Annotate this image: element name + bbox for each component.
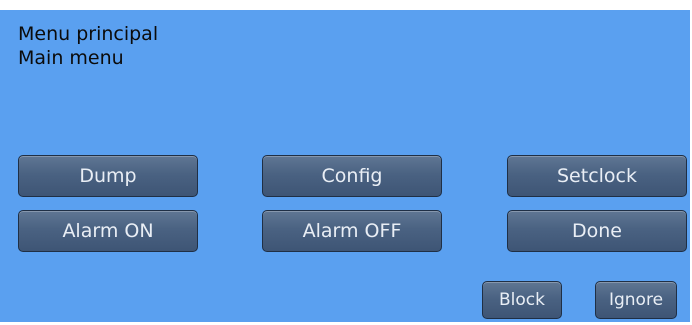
done-button[interactable]: Done bbox=[507, 210, 687, 252]
block-button[interactable]: Block bbox=[482, 281, 562, 319]
script-dialog: Menu principal Main menu Dump Config Set… bbox=[0, 10, 690, 322]
message-line-2: Main menu bbox=[18, 47, 124, 69]
ignore-button[interactable]: Ignore bbox=[595, 281, 677, 319]
dump-button[interactable]: Dump bbox=[18, 155, 198, 197]
alarm-off-button[interactable]: Alarm OFF bbox=[262, 210, 442, 252]
message-line-1: Menu principal bbox=[18, 23, 159, 45]
setclock-button[interactable]: Setclock bbox=[507, 155, 687, 197]
config-button[interactable]: Config bbox=[262, 155, 442, 197]
dialog-message: Menu principal Main menu bbox=[18, 10, 158, 70]
alarm-on-button[interactable]: Alarm ON bbox=[18, 210, 198, 252]
